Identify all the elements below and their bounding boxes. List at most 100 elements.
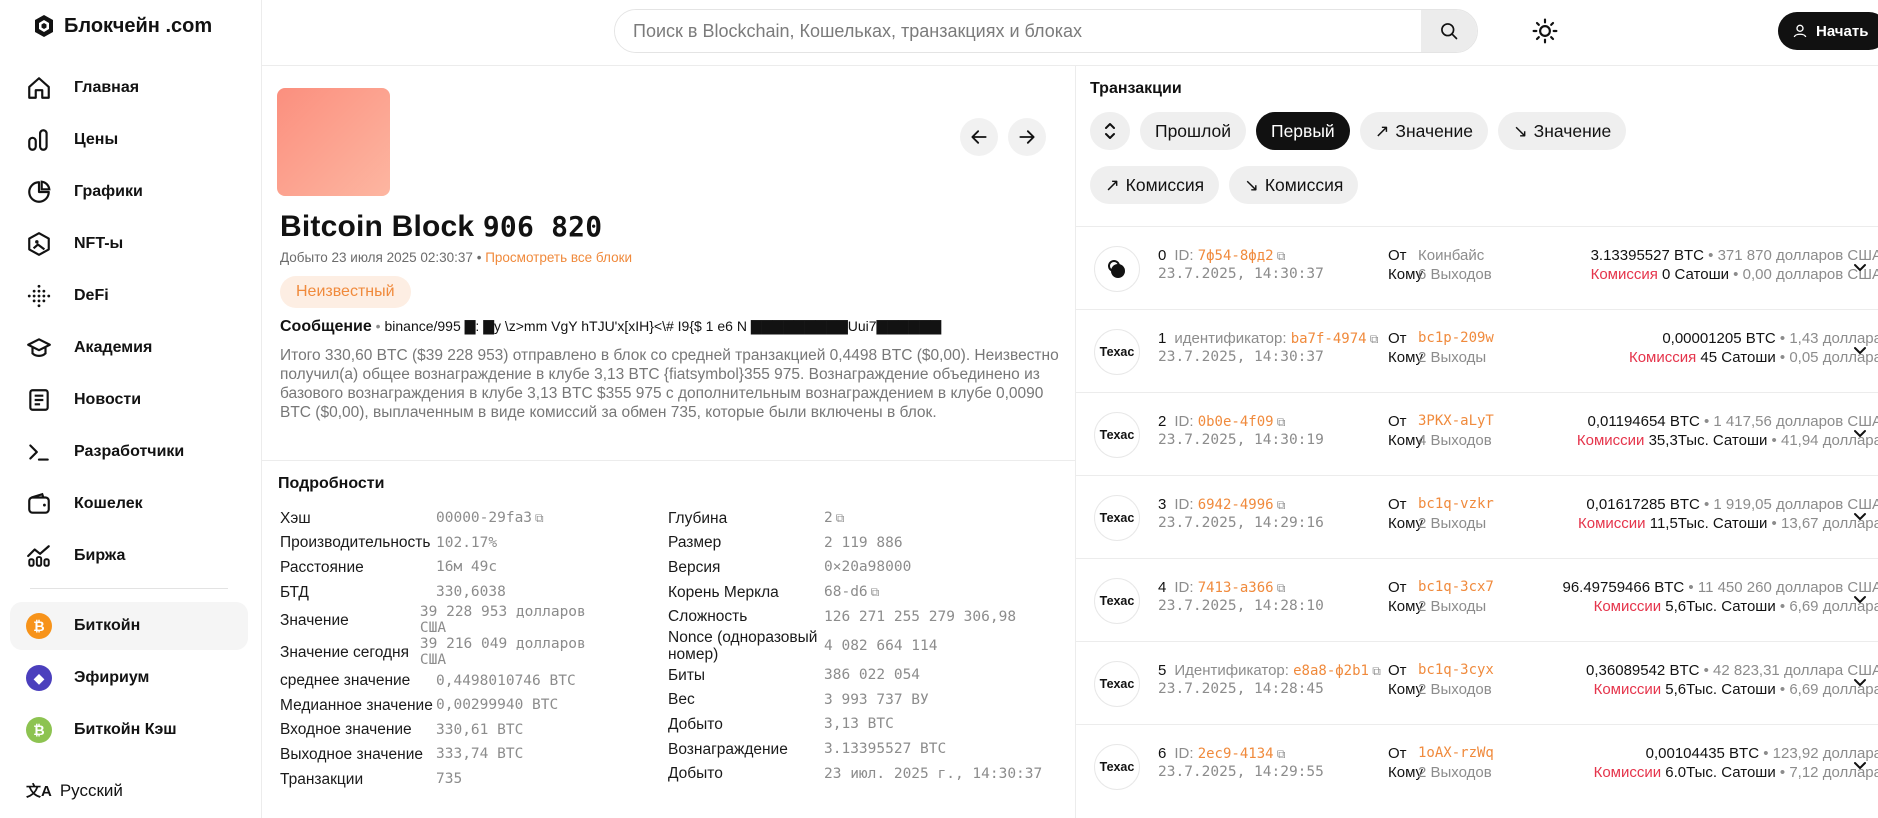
detail-row: Биты 386 022 054 <box>668 663 1068 688</box>
copy-icon[interactable]: ⧉ <box>1274 498 1286 512</box>
sun-icon[interactable] <box>1532 18 1558 44</box>
outputs-count: 2 Выходы <box>1418 349 1487 366</box>
sidebar-item-label: Разработчики <box>74 443 185 460</box>
tx-fee: Комиссия 45 Сатоши • 0,05 доллара <box>1512 349 1878 366</box>
chevron-down-icon[interactable] <box>1852 757 1868 773</box>
tx-id-link[interactable]: ba7f-4974 <box>1291 331 1367 347</box>
detail-row: Транзакции 735 <box>280 767 600 792</box>
copy-icon[interactable]: ⧉ <box>1367 332 1379 346</box>
bullet: • <box>1684 579 1698 596</box>
amount-btc: 0,01617285 BTC <box>1586 496 1700 513</box>
table-row[interactable]: Техас 6 ID: 2ec9-4134 ⧉ 23.7.2025, 14:29:55… <box>1076 724 1878 807</box>
filter-label: Значение <box>1395 120 1473 141</box>
chevron-down-icon[interactable] <box>1852 674 1868 690</box>
view-all-blocks-link[interactable]: Просмотреть все блоки <box>485 250 632 265</box>
copy-icon[interactable]: ⧉ <box>1369 664 1381 678</box>
coin-item-2[interactable]: ₿ Биткойн Кэш <box>10 706 248 754</box>
start-button[interactable]: Начать <box>1778 12 1878 50</box>
message-bullet: • <box>375 318 381 334</box>
copy-icon[interactable]: ⧉ <box>1274 249 1286 263</box>
detail-value: 16м 49с <box>436 559 498 576</box>
sidebar-item-0[interactable]: Главная <box>10 62 248 114</box>
from-address[interactable]: bc1q-3cx7 <box>1418 579 1512 596</box>
outputs-count: 2 Выходов <box>1418 764 1492 781</box>
from-address[interactable]: bc1q-vzkr <box>1418 496 1512 513</box>
copy-icon[interactable]: ⧉ <box>836 511 845 526</box>
detail-row: Nonce (одноразовый номер) 4 082 664 114 <box>668 629 1068 663</box>
amount-btc: 96.49759466 BTC <box>1562 579 1685 596</box>
sidebar-item-4[interactable]: DeFi <box>10 270 248 322</box>
table-row[interactable]: Техас 3 ID: 6942-4996 ⧉ 23.7.2025, 14:29:16… <box>1076 475 1878 558</box>
tx-id-link[interactable]: 2ec9-4134 <box>1198 746 1274 762</box>
sidebar-item-7[interactable]: Разработчики <box>10 426 248 478</box>
chevron-down-icon[interactable] <box>1852 342 1868 358</box>
detail-label: Добыто <box>668 715 723 733</box>
tx-from-line: От 1oAX-rzWq 0,00104435 BTC • 123,92 долла… <box>1388 745 1878 762</box>
filter-button-2[interactable]: Первый <box>1256 112 1350 150</box>
tx-id-link[interactable]: 6942-4996 <box>1198 497 1274 513</box>
prev-block-button[interactable] <box>960 118 998 156</box>
filter-button-4[interactable]: ↘ Значение <box>1497 112 1627 150</box>
table-row[interactable]: Техас 4 ID: 7413-a366 ⧉ 23.7.2025, 14:28:10… <box>1076 558 1878 641</box>
filter-button-1[interactable]: Прошлой <box>1140 112 1246 150</box>
sidebar-item-5[interactable]: Академия <box>10 322 248 374</box>
detail-label: Глубина <box>668 509 728 527</box>
sidebar-item-label: Цены <box>74 131 119 148</box>
tx-id-label: идентификатор: <box>1174 330 1287 347</box>
detail-row: Версия 0×20a98000 <box>668 555 1068 580</box>
from-address[interactable]: bc1p-209w <box>1418 330 1512 347</box>
table-row[interactable]: Техас 1 идентификатор: ba7f-4974 ⧉ 23.7.202… <box>1076 309 1878 392</box>
search-button[interactable] <box>1421 10 1477 52</box>
tx-id-link[interactable]: e8a8-ф2b1 <box>1293 663 1369 679</box>
copy-icon[interactable]: ⧉ <box>871 585 880 600</box>
copy-icon[interactable]: ⧉ <box>1274 747 1286 761</box>
table-row[interactable]: 0 ID: 7ф54-8фд2 ⧉ 23.7.2025, 14:30:37 От Кои… <box>1076 226 1878 309</box>
coin-item-1[interactable]: ◆ Эфириум <box>10 654 248 702</box>
from-address[interactable]: bc1q-3cyx <box>1418 662 1512 679</box>
tx-id-link[interactable]: 7ф54-8фд2 <box>1198 248 1274 264</box>
sidebar-item-8[interactable]: Кошелек <box>10 478 248 530</box>
filter-button-3[interactable]: ↗ Значение <box>1359 112 1488 150</box>
tx-id-line: 1 идентификатор: ba7f-4974 ⧉ <box>1158 330 1378 347</box>
fee-label: Комиссии <box>1576 432 1645 449</box>
bullet: • <box>1775 598 1790 615</box>
chevron-down-icon[interactable] <box>1852 591 1868 607</box>
search-input[interactable] <box>615 10 1421 52</box>
tx-id-link[interactable]: 0b0e-4f09 <box>1198 414 1274 430</box>
sidebar-item-3[interactable]: NFT-ы <box>10 218 248 270</box>
filter-button-5[interactable]: ↗ Комиссия <box>1090 166 1220 204</box>
user-icon <box>1793 24 1807 38</box>
tx-to-line: Кому 2 Выходы Комиссии 11,5Тыс. Сатоши • 1… <box>1388 515 1878 532</box>
amount-btc: 0,36089542 BTC <box>1586 662 1700 679</box>
filter-button-0[interactable] <box>1090 112 1130 150</box>
copy-icon[interactable]: ⧉ <box>535 511 544 526</box>
chevron-down-icon[interactable] <box>1852 259 1868 275</box>
message-text: binance/995 ▇: ▇y \z>mm VgY hTJU'x[xIH}<… <box>384 318 942 334</box>
brand-logo[interactable]: Блокчейн .com <box>32 14 212 38</box>
sidebar-item-label: Биржа <box>74 547 126 564</box>
next-block-button[interactable] <box>1008 118 1046 156</box>
from-address[interactable]: 3PKX-aLyT <box>1418 413 1512 430</box>
table-row[interactable]: Техас 2 ID: 0b0e-4f09 ⧉ 23.7.2025, 14:30:19… <box>1076 392 1878 475</box>
chevron-down-icon[interactable] <box>1852 425 1868 441</box>
table-row[interactable]: Техас 5 Идентификатор: e8a8-ф2b1 ⧉ 23.7.202… <box>1076 641 1878 724</box>
tx-id-label: Идентификатор: <box>1174 662 1289 679</box>
sidebar-item-9[interactable]: Биржа <box>10 530 248 582</box>
sidebar-item-6[interactable]: Новости <box>10 374 248 426</box>
chevron-down-icon[interactable] <box>1852 508 1868 524</box>
from-label: От <box>1388 330 1407 347</box>
tx-timestamp: 23.7.2025, 14:29:55 <box>1158 764 1324 780</box>
filter-label: Первый <box>1271 120 1335 141</box>
copy-icon[interactable]: ⧉ <box>1274 581 1286 595</box>
copy-icon[interactable]: ⧉ <box>1274 415 1286 429</box>
coinbase-message: Сообщение • binance/995 ▇: ▇y \z>mm VgY … <box>280 318 1070 336</box>
filter-button-6[interactable]: ↘ Комиссия <box>1229 166 1359 204</box>
language-selector[interactable]: 文A Русский <box>26 780 123 801</box>
sidebar-item-1[interactable]: Цены <box>10 114 248 166</box>
from-address[interactable]: 1oAX-rzWq <box>1418 745 1512 762</box>
coin-item-0[interactable]: ₿ Биткойн <box>10 602 248 650</box>
filter-label: Комиссия <box>1125 174 1205 195</box>
tx-id-link[interactable]: 7413-a366 <box>1198 580 1274 596</box>
sidebar-item-2[interactable]: Графики <box>10 166 248 218</box>
bullet: • <box>1759 745 1773 762</box>
